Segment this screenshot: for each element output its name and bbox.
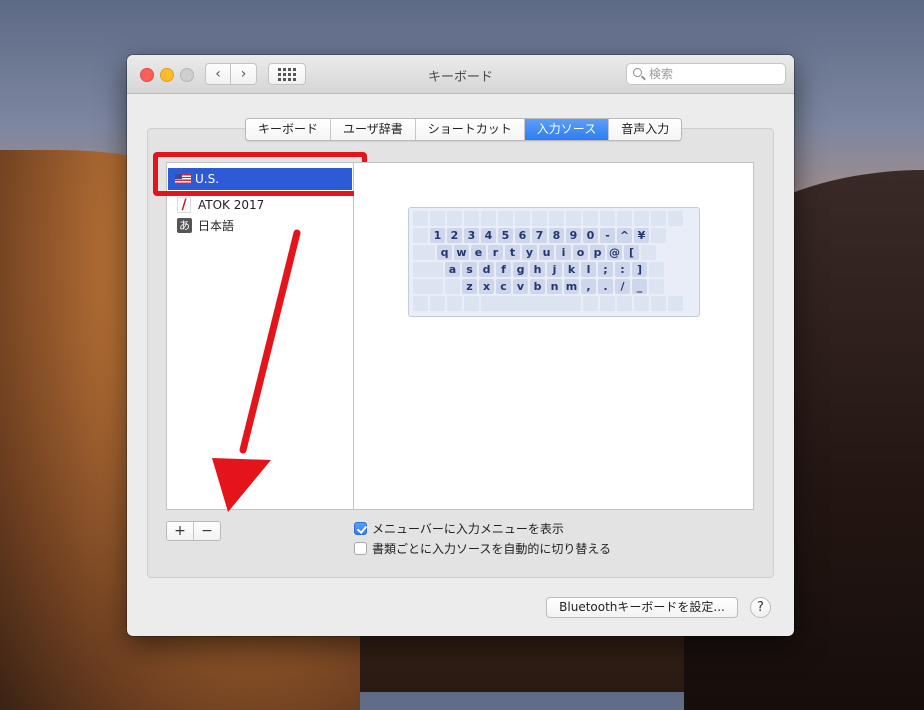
annotation-arrow-shaft (239, 229, 301, 454)
annotation-arrow (212, 229, 301, 512)
annotation-arrow-head (212, 458, 271, 512)
